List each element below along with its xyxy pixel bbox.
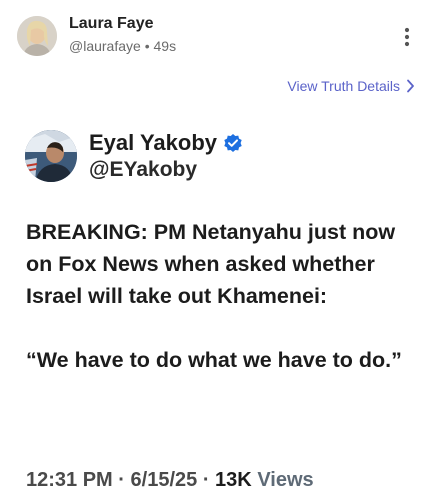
quoted-avatar[interactable] <box>25 130 77 182</box>
tweet-text-paragraph-2: “We have to do what we have to do.” <box>26 348 402 372</box>
chevron-right-icon <box>407 79 414 93</box>
quoted-avatar-image <box>25 130 77 182</box>
post-time: 49s <box>153 38 177 54</box>
author-meta: @laurafaye • 49s <box>69 38 176 54</box>
quoted-author-name-row: Eyal Yakoby <box>89 130 243 156</box>
avatar[interactable] <box>17 16 57 56</box>
vertical-ellipsis-icon[interactable] <box>399 26 415 48</box>
avatar-image <box>17 16 57 56</box>
verified-badge-icon <box>224 134 242 152</box>
view-truth-details-link[interactable]: View Truth Details <box>287 78 415 94</box>
author-handle[interactable]: @laurafaye <box>69 38 141 54</box>
tweet-footer: 12:31 PM · 6/15/25 · 13K Views <box>26 469 314 492</box>
quoted-tweet-text: BREAKING: PM Netanyahu just now on Fox N… <box>26 216 416 376</box>
quoted-author-name[interactable]: Eyal Yakoby <box>89 130 217 156</box>
author-name[interactable]: Laura Faye <box>69 15 153 33</box>
footer-dot: · <box>118 469 125 491</box>
footer-dot: · <box>202 469 210 491</box>
views-count: 13K <box>215 469 252 491</box>
meta-separator: • <box>144 38 150 54</box>
view-truth-details-label: View Truth Details <box>287 78 400 94</box>
post-header: Laura Faye @laurafaye • 49s <box>0 0 437 70</box>
views-label: Views <box>257 469 314 491</box>
tweet-text-paragraph-1: BREAKING: PM Netanyahu just now on Fox N… <box>26 220 396 308</box>
tweet-time: 12:31 PM <box>26 469 113 491</box>
tweet-date: 6/15/25 <box>130 469 198 491</box>
quoted-author-handle[interactable]: @EYakoby <box>89 158 197 182</box>
